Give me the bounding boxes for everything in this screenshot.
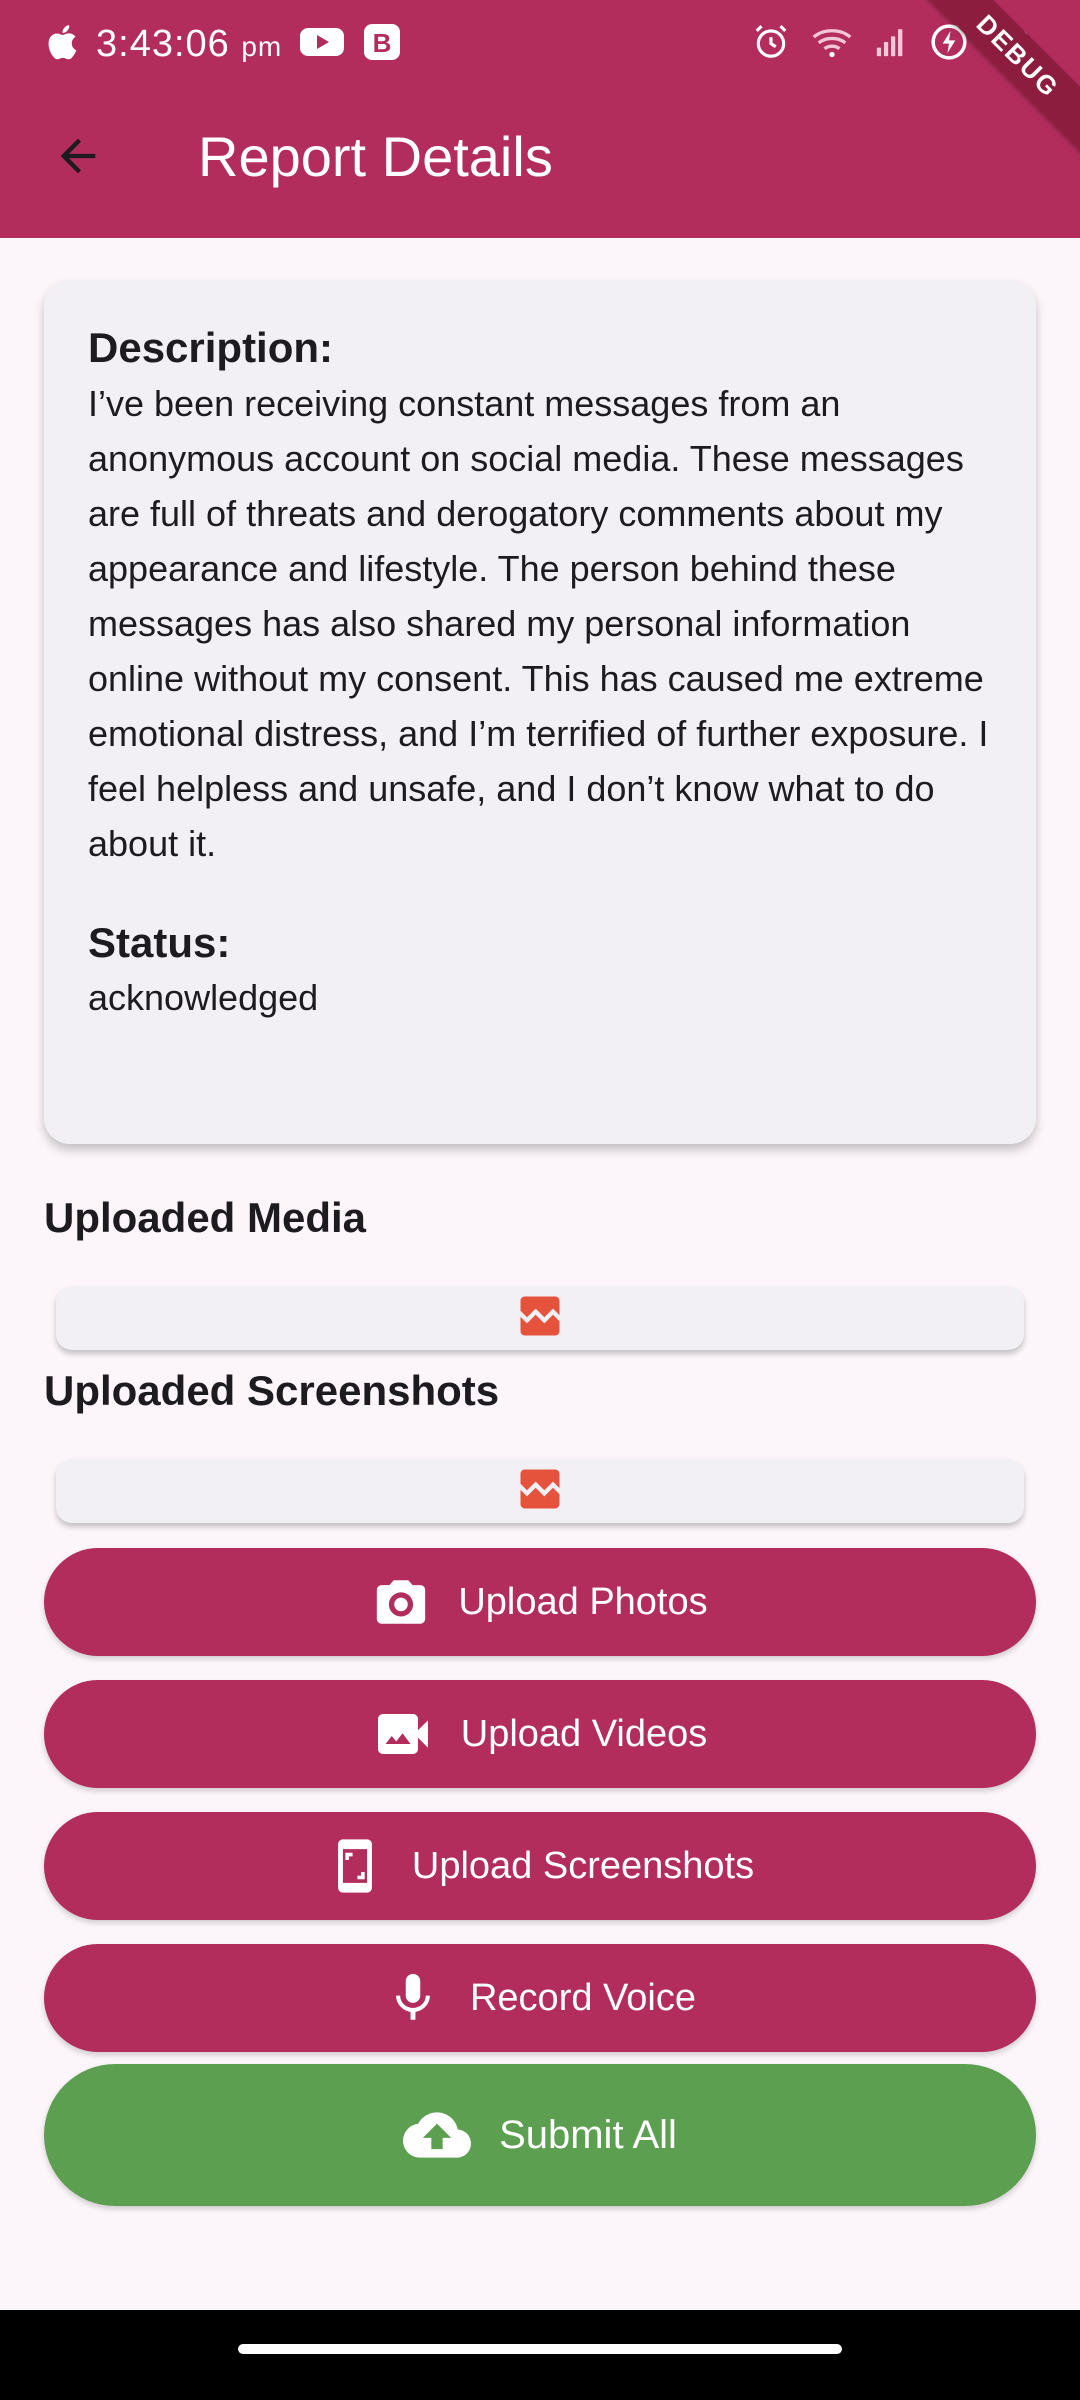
uploaded-screenshots-list[interactable] <box>56 1459 1024 1523</box>
video-icon <box>373 1704 433 1764</box>
system-nav-bar <box>0 2310 1080 2400</box>
youtube-icon <box>300 26 345 63</box>
wifi-icon <box>812 25 852 64</box>
record-voice-button[interactable]: Record Voice <box>44 1944 1036 2052</box>
upload-photos-button[interactable]: Upload Photos <box>44 1548 1036 1656</box>
bold-app-icon: B <box>362 22 402 67</box>
record-voice-label: Record Voice <box>469 1976 696 2019</box>
top-bar: 3:43:06 pm B DEBUG Report Details <box>0 0 1080 238</box>
uploaded-screenshots-title: Uploaded Screenshots <box>44 1367 500 1414</box>
status-label: Status: <box>88 919 231 966</box>
status-bar: 3:43:06 pm B <box>0 0 1080 86</box>
alarm-icon <box>752 23 790 66</box>
arrow-back-icon <box>52 130 104 187</box>
upload-screenshots-label: Upload Screenshots <box>411 1844 755 1887</box>
report-details-screen: 3:43:06 pm B DEBUG Report Details Descri… <box>0 0 1080 2400</box>
screenshot-icon <box>326 1837 384 1895</box>
uploaded-media-title: Uploaded Media <box>44 1194 367 1241</box>
apple-icon <box>44 22 78 67</box>
status-time: 3:43:06 pm <box>96 22 283 65</box>
signal-icon <box>874 25 908 64</box>
report-details-card: Description: I’ve been receiving constan… <box>44 280 1036 1144</box>
page-title: Report Details <box>198 125 553 188</box>
submit-all-button[interactable]: Submit All <box>44 2064 1036 2206</box>
uploaded-media-list[interactable] <box>56 1286 1024 1350</box>
svg-text:B: B <box>373 28 392 58</box>
home-indicator[interactable] <box>238 2344 842 2354</box>
mic-icon <box>384 1969 442 2027</box>
description-label: Description: <box>88 324 334 371</box>
cloud-upload-icon <box>403 2101 472 2169</box>
broken-image-icon <box>514 1463 566 1520</box>
status-value: acknowledged <box>88 977 319 1018</box>
status-bar-left: 3:43:06 pm B <box>44 16 402 72</box>
camera-icon <box>372 1573 430 1631</box>
app-bar: Report Details <box>0 100 1080 220</box>
upload-photos-label: Upload Photos <box>458 1580 708 1623</box>
broken-image-icon <box>514 1290 566 1347</box>
upload-videos-button[interactable]: Upload Videos <box>44 1680 1036 1788</box>
submit-all-label: Submit All <box>499 2112 677 2157</box>
upload-videos-label: Upload Videos <box>460 1712 708 1755</box>
description-text: I’ve been receiving constant messages fr… <box>88 383 989 864</box>
back-button[interactable] <box>40 120 116 196</box>
upload-screenshots-button[interactable]: Upload Screenshots <box>44 1812 1036 1920</box>
